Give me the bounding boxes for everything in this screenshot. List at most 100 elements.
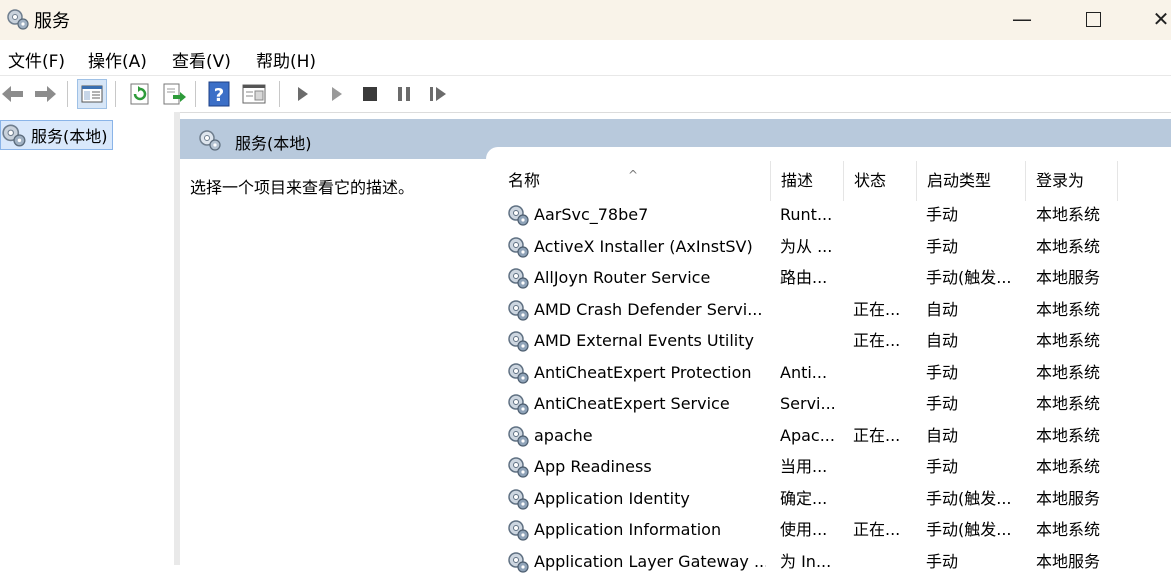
service-row[interactable]: AntiCheatExpert Service Servi... 手动 本地系统 bbox=[498, 388, 1171, 419]
sort-caret-icon: ^ bbox=[628, 168, 639, 182]
service-logon-as: 本地系统 bbox=[1036, 520, 1101, 539]
service-status: 正在... bbox=[853, 520, 901, 539]
menu-file[interactable]: 文件(F) bbox=[8, 47, 65, 72]
service-row[interactable]: App Readiness 当用... 手动 本地系统 bbox=[498, 451, 1171, 482]
service-description: 路由... bbox=[780, 268, 828, 287]
svg-text:?: ? bbox=[214, 85, 224, 106]
tree-item-local-services[interactable]: 服务(本地) bbox=[0, 120, 113, 150]
service-description: Anti... bbox=[780, 362, 828, 382]
service-name: Application Layer Gateway ... bbox=[534, 551, 766, 571]
service-startup-type: 自动 bbox=[926, 299, 959, 319]
service-startup-type: 自动 bbox=[926, 425, 959, 445]
service-startup-type: 手动(触发... bbox=[926, 268, 1012, 287]
service-status: 正在... bbox=[853, 425, 901, 445]
column-header-status[interactable]: 状态 bbox=[844, 161, 917, 201]
service-status bbox=[853, 231, 915, 262]
service-row[interactable]: AMD External Events Utility 正在... 自动 本地系统 bbox=[498, 325, 1171, 356]
service-row[interactable]: apache Apac... 正在... 自动 本地系统 bbox=[498, 420, 1171, 451]
service-row[interactable]: ActiveX Installer (AxInstSV) 为从 ... 手动 本地系统 bbox=[498, 231, 1171, 262]
menu-view[interactable]: 查看(V) bbox=[172, 47, 231, 72]
service-description: 确定... bbox=[780, 488, 828, 508]
service-startup-type: 手动 bbox=[926, 362, 959, 382]
service-logon-as: 本地服务 bbox=[1036, 488, 1101, 508]
service-description bbox=[780, 294, 842, 325]
help-icon[interactable]: ? bbox=[207, 81, 233, 107]
service-startup-type: 手动 bbox=[926, 551, 959, 571]
window-title: 服务 bbox=[34, 11, 70, 32]
maximize-button[interactable] bbox=[1073, 4, 1113, 34]
close-button[interactable]: ✕ bbox=[1141, 4, 1171, 34]
refresh-icon[interactable] bbox=[127, 81, 153, 107]
service-logon-as: 本地系统 bbox=[1036, 425, 1101, 445]
service-row[interactable]: Application Information 使用... 正在... 手动(触发..… bbox=[498, 514, 1171, 545]
forward-arrow-icon[interactable] bbox=[32, 81, 58, 107]
column-header-description[interactable]: 描述 bbox=[771, 161, 844, 201]
export-list-icon[interactable] bbox=[161, 81, 187, 107]
service-status bbox=[853, 357, 915, 388]
service-startup-type: 手动 bbox=[926, 236, 959, 256]
services-gears-icon bbox=[7, 9, 29, 30]
menu-action[interactable]: 操作(A) bbox=[88, 47, 147, 72]
tree-item-label: 服务(本地) bbox=[31, 127, 108, 146]
menu-help[interactable]: 帮助(H) bbox=[256, 47, 316, 72]
service-name: AMD Crash Defender Servi... bbox=[534, 299, 763, 319]
service-startup-type: 自动 bbox=[926, 331, 959, 350]
minimize-button[interactable]: — bbox=[1002, 4, 1042, 34]
console-tree-icon bbox=[81, 85, 103, 103]
back-arrow-icon[interactable] bbox=[0, 81, 26, 107]
service-logon-as: 本地服务 bbox=[1036, 268, 1101, 287]
title-bar: 服务 — ✕ bbox=[0, 0, 1171, 40]
stop-service-icon[interactable] bbox=[357, 81, 383, 107]
service-description: Runt... bbox=[780, 205, 833, 224]
service-name: apache bbox=[534, 425, 593, 445]
service-gear-icon bbox=[508, 425, 529, 447]
gears-icon bbox=[2, 124, 26, 147]
menu-bar: 文件(F) 操作(A) 查看(V) 帮助(H) bbox=[0, 40, 1171, 74]
column-header-logon-as[interactable]: 登录为 bbox=[1026, 161, 1118, 201]
service-name: AntiCheatExpert Protection bbox=[534, 362, 752, 382]
service-name: AllJoyn Router Service bbox=[534, 268, 711, 287]
service-status bbox=[853, 388, 915, 419]
service-name: App Readiness bbox=[534, 457, 652, 476]
description-pane: 选择一个项目来查看它的描述。 bbox=[180, 159, 486, 565]
service-name: ActiveX Installer (AxInstSV) bbox=[534, 236, 753, 256]
service-row[interactable]: AarSvc_78be7 Runt... 手动 本地系统 bbox=[498, 199, 1171, 230]
service-row[interactable]: AMD Crash Defender Servi... 正在... 自动 本地系统 bbox=[498, 294, 1171, 325]
maximize-icon bbox=[1085, 12, 1101, 27]
column-header-startup-type[interactable]: 启动类型 bbox=[917, 161, 1026, 201]
description-text: 选择一个项目来查看它的描述。 bbox=[190, 178, 415, 197]
service-row[interactable]: Application Identity 确定... 手动(触发... 本地服务 bbox=[498, 483, 1171, 514]
service-status bbox=[853, 199, 915, 230]
service-description: 使用... bbox=[780, 520, 828, 539]
service-description bbox=[780, 325, 842, 356]
column-header-name[interactable]: ^ 名称 bbox=[498, 161, 771, 201]
service-description: 为 In... bbox=[780, 551, 832, 571]
service-logon-as: 本地服务 bbox=[1036, 551, 1101, 571]
pause-service-icon[interactable] bbox=[391, 81, 417, 107]
service-description: Servi... bbox=[780, 394, 836, 413]
service-row[interactable]: AllJoyn Router Service 路由... 手动(触发... 本地服务 bbox=[498, 262, 1171, 293]
panel-title: 服务(本地) bbox=[235, 134, 312, 153]
service-startup-type: 手动 bbox=[926, 457, 959, 476]
start-service-icon[interactable] bbox=[289, 81, 315, 107]
restart-service-icon[interactable] bbox=[425, 81, 451, 107]
service-gear-icon bbox=[508, 236, 529, 258]
service-status: 正在... bbox=[853, 299, 901, 319]
service-startup-type: 手动(触发... bbox=[926, 488, 1012, 508]
service-gear-icon bbox=[508, 394, 529, 415]
service-status: 正在... bbox=[853, 331, 901, 350]
start-service-alt-icon[interactable] bbox=[323, 81, 349, 107]
show-hide-tree-button[interactable] bbox=[77, 79, 107, 109]
service-status bbox=[853, 483, 915, 514]
services-list: ^ 名称 描述 状态 启动类型 登录为 AarSvc_78be7 Runt... 手… bbox=[498, 161, 1171, 573]
service-logon-as: 本地系统 bbox=[1036, 299, 1101, 319]
service-row[interactable]: AntiCheatExpert Protection Anti... 手动 本地系统 bbox=[498, 357, 1171, 388]
service-status bbox=[853, 262, 915, 293]
service-row[interactable]: Application Layer Gateway ... 为 In... 手动 本地… bbox=[498, 546, 1171, 577]
properties-icon[interactable] bbox=[241, 81, 267, 107]
toolbar-separator bbox=[195, 81, 196, 107]
service-gear-icon bbox=[508, 331, 529, 352]
service-gear-icon bbox=[508, 205, 529, 226]
toolbar: ? bbox=[0, 75, 1171, 113]
tab-notch bbox=[486, 147, 1171, 161]
